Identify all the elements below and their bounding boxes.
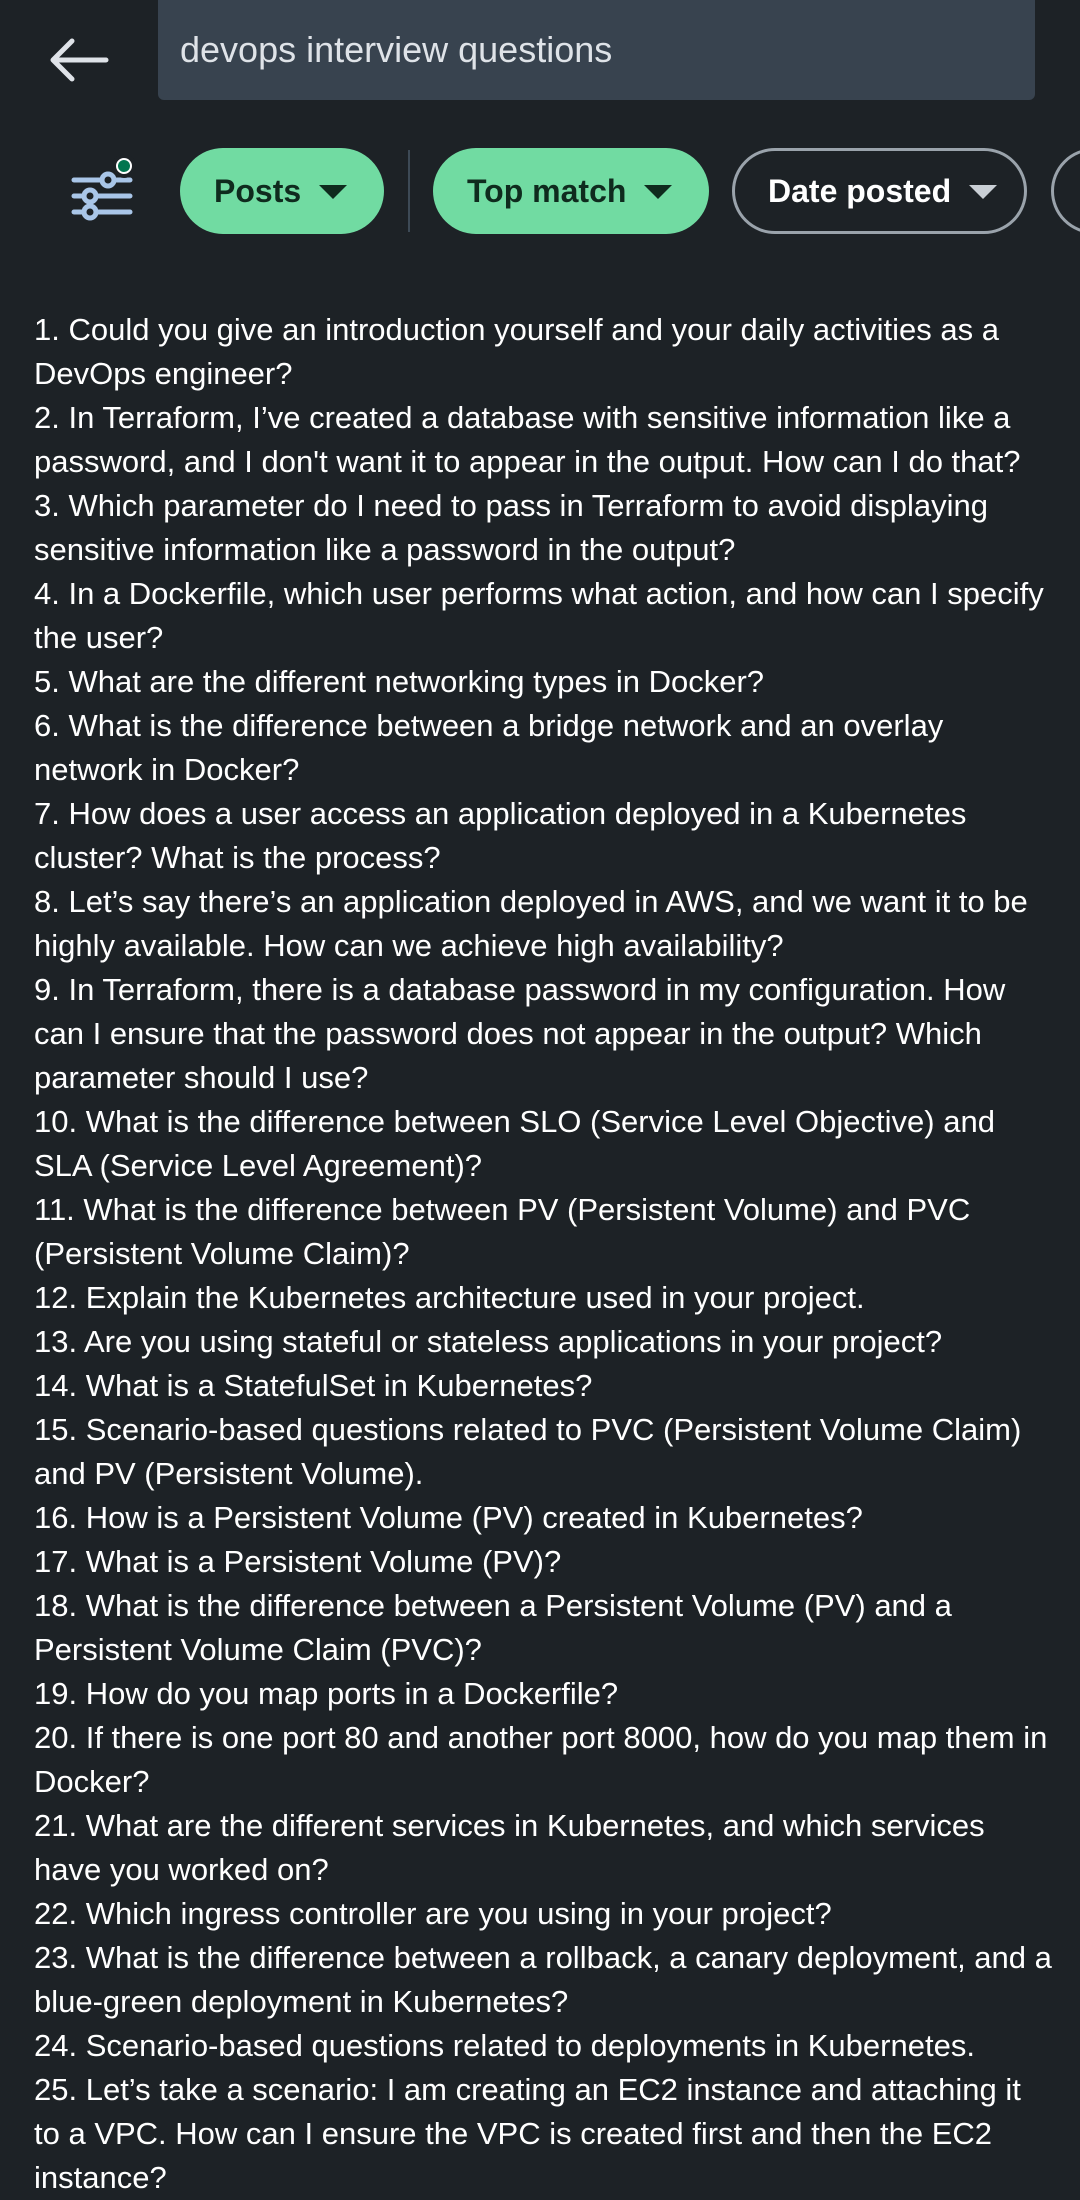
posts-filter-pill[interactable]: Posts [180,148,384,234]
question-item: 7. How does a user access an application… [34,796,967,875]
active-filter-indicator-icon [112,154,136,178]
question-item: 17. What is a Persistent Volume (PV)? [34,1544,562,1579]
question-item: 18. What is the difference between a Per… [34,1588,952,1667]
question-item: 14. What is a StatefulSet in Kubernetes? [34,1368,593,1403]
filter-divider [408,150,410,232]
post-body-text: 1. Could you give an introduction yourse… [34,308,1054,2200]
question-item: 1. Could you give an introduction yourse… [34,312,999,391]
question-item: 23. What is the difference between a rol… [34,1940,1052,2019]
question-item: 10. What is the difference between SLO (… [34,1104,995,1183]
question-item: 25. Let’s take a scenario: I am creating… [34,2072,1021,2195]
question-item: 13. Are you using stateful or stateless … [34,1324,943,1359]
question-item: 19. How do you map ports in a Dockerfile… [34,1676,619,1711]
question-item: 3. Which parameter do I need to pass in … [34,488,989,567]
date-posted-filter-pill[interactable]: Date posted [732,148,1027,234]
filter-bar: Posts Top match Date posted [0,146,1080,236]
question-item: 12. Explain the Kubernetes architecture … [34,1280,865,1315]
caret-down-icon [644,185,673,199]
question-item: 4. In a Dockerfile, which user performs … [34,576,1044,655]
question-item: 20. If there is one port 80 and another … [34,1720,1048,1799]
question-item: 22. Which ingress controller are you usi… [34,1896,832,1931]
question-item: 11. What is the difference between PV (P… [34,1192,971,1271]
search-input[interactable]: devops interview questions [158,0,1035,100]
date-posted-filter-label: Date posted [768,172,952,209]
back-button[interactable] [40,22,116,98]
top-bar: devops interview questions [0,0,1080,120]
sort-filter-label: Top match [467,172,627,209]
question-item: 16. How is a Persistent Volume (PV) crea… [34,1500,863,1535]
caret-down-icon [319,185,348,199]
question-item: 5. What are the different networking typ… [34,664,765,699]
question-item: 15. Scenario-based questions related to … [34,1412,1022,1491]
more-filter-pill[interactable] [1051,148,1080,234]
question-item: 24. Scenario-based questions related to … [34,2028,975,2063]
caret-down-icon [969,185,998,199]
question-item: 6. What is the difference between a brid… [34,708,944,787]
arrow-left-icon [50,38,109,82]
sort-filter-pill[interactable]: Top match [433,148,709,234]
posts-filter-label: Posts [214,172,302,209]
search-query-text: devops interview questions [180,29,613,70]
question-item: 2. In Terraform, I’ve created a database… [34,400,1021,479]
question-item: 21. What are the different services in K… [34,1808,985,1887]
question-item: 9. In Terraform, there is a database pas… [34,972,1006,1095]
question-item: 8. Let’s say there’s an application depl… [34,884,1028,963]
